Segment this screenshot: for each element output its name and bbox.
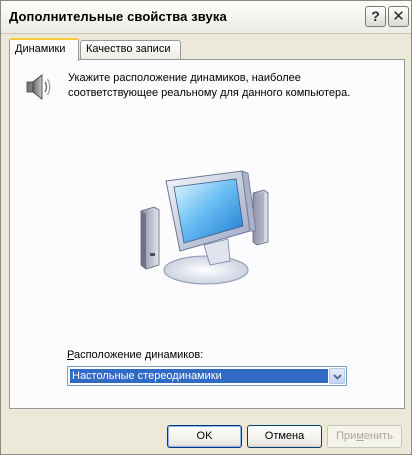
description-line-2: соответствующее реальному для данного ко…: [68, 87, 351, 99]
description-text: Укажите расположение динамиков, наиболее…: [68, 71, 388, 101]
cancel-button[interactable]: Отмена: [247, 425, 322, 448]
close-icon: ✕: [392, 8, 405, 25]
speaker-location-label-text: асположение динамиков:: [73, 349, 204, 361]
speaker-icon: [24, 72, 52, 105]
chevron-down-icon: [333, 374, 342, 380]
monitor-speakers-illustration: [126, 165, 291, 293]
description-line-1: Укажите расположение динамиков, наиболее: [68, 72, 301, 84]
speaker-location-value: Настольные стереодинамики: [70, 369, 328, 383]
apply-label-accesskey: м: [356, 430, 364, 442]
dialog-window: Дополнительные свойства звука ? ✕ Динами…: [0, 0, 412, 455]
dropdown-button[interactable]: [329, 368, 345, 384]
apply-label-end: енить: [363, 430, 393, 442]
title-bar[interactable]: Дополнительные свойства звука ? ✕: [1, 1, 411, 34]
tab-speakers[interactable]: Динамики: [9, 38, 79, 61]
window-title: Дополнительные свойства звука: [9, 9, 227, 24]
tab-panel-speakers: Укажите расположение динамиков, наиболее…: [9, 59, 405, 409]
ok-button[interactable]: OK: [167, 425, 242, 448]
help-icon: ?: [371, 8, 380, 24]
apply-label-start: При: [336, 430, 357, 442]
speaker-location-select[interactable]: Настольные стереодинамики: [67, 366, 347, 386]
help-button[interactable]: ?: [365, 6, 386, 27]
speaker-location-label-accesskey: Р: [67, 349, 74, 361]
speaker-location-label: Расположение динамиков:: [67, 349, 203, 361]
close-button[interactable]: ✕: [388, 6, 409, 27]
tab-recording-quality[interactable]: Качество записи: [80, 40, 181, 59]
apply-button[interactable]: Применить: [327, 425, 402, 448]
